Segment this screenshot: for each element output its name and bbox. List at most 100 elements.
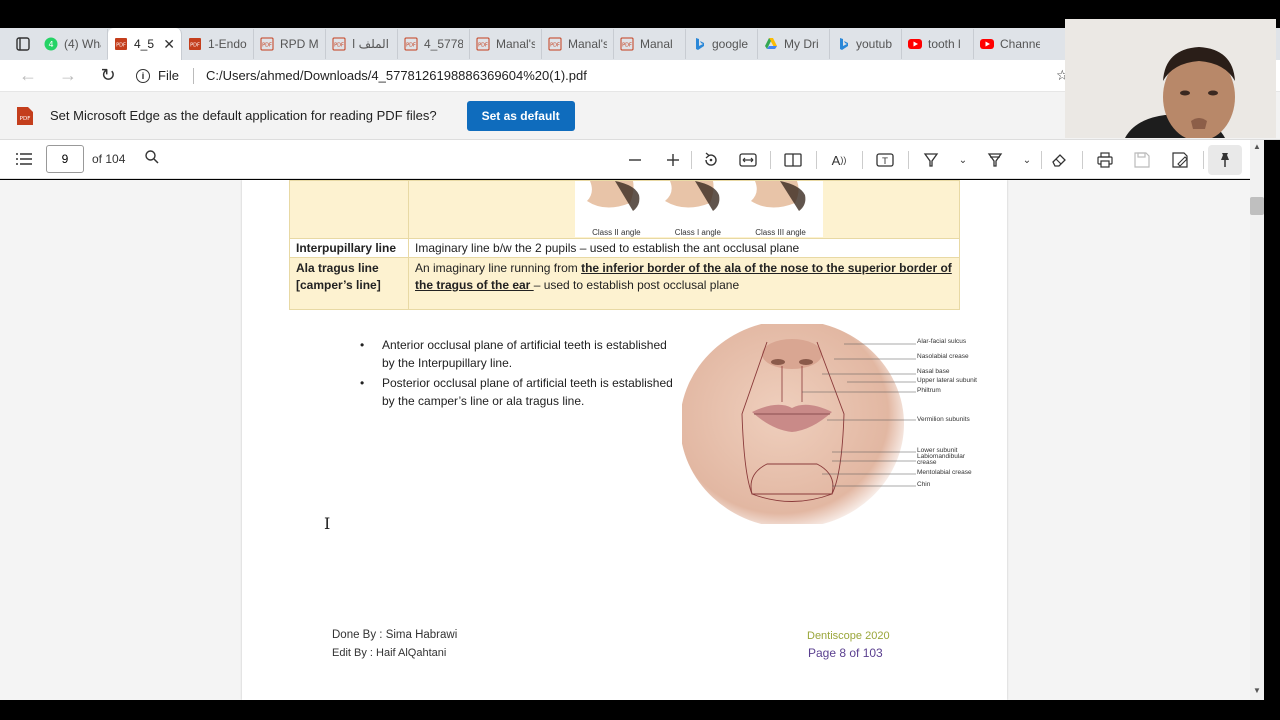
browser-window: 4 (4) Wha PDF 4_5 ✕ PDF 1-Endo PDF RPD M…: [0, 0, 1280, 720]
tab-label: الملف ا: [352, 37, 389, 51]
tab-bing[interactable]: youtub: [830, 29, 902, 59]
toolbar-divider: [1082, 151, 1083, 169]
profile-angles-figure: Class II angle Class I angle Class III a…: [575, 181, 823, 237]
table-row: Ala tragus line [camper’s line] An imagi…: [289, 257, 960, 310]
tab-actions-button[interactable]: [8, 30, 38, 58]
tab-pdf[interactable]: PDF 1-Endo: [182, 29, 254, 59]
forward-button[interactable]: →: [48, 60, 88, 92]
svg-text:PDF: PDF: [190, 43, 200, 49]
page-number-input[interactable]: 9: [46, 145, 84, 173]
list-item: Posterior occlusal plane of artificial t…: [360, 374, 680, 410]
webcam-overlay: [1065, 19, 1276, 138]
text-box-icon[interactable]: T: [875, 150, 895, 170]
list-item: Anterior occlusal plane of artificial te…: [360, 336, 680, 372]
zoom-in-icon[interactable]: [663, 150, 683, 170]
youtube-icon: [980, 37, 994, 51]
svg-text:4: 4: [48, 40, 53, 49]
refresh-button[interactable]: ↻: [88, 60, 128, 92]
close-tab-icon[interactable]: ✕: [163, 36, 175, 53]
table-row: Class II angle Class I angle Class III a…: [289, 180, 960, 239]
vertical-scrollbar[interactable]: ▲ ▼: [1250, 140, 1264, 700]
tab-label: Manal: [640, 37, 673, 51]
tab-pdf[interactable]: PDF Manal's: [470, 29, 542, 59]
facial-profile-image: [587, 181, 806, 211]
bullet-list: Anterior occlusal plane of artificial te…: [360, 336, 680, 412]
figure-caption: Class I angle: [674, 228, 721, 237]
svg-text:PDF: PDF: [20, 116, 31, 122]
read-aloud-icon[interactable]: A)): [829, 150, 849, 170]
tab-label: 1-Endo: [208, 37, 247, 51]
tab-label: 4_5778: [424, 37, 463, 51]
pdf-icon: PDF: [620, 37, 634, 51]
print-icon[interactable]: [1095, 150, 1115, 170]
figure-caption: Class III angle: [755, 228, 806, 237]
tab-label: (4) Wha: [64, 37, 101, 51]
face-label: Vermilion subunits: [917, 416, 970, 423]
bing-icon: [836, 37, 850, 51]
scroll-down-icon[interactable]: ▼: [1253, 686, 1261, 695]
save-icon[interactable]: [1132, 150, 1152, 170]
tab-label: google: [712, 37, 749, 51]
toolbar-divider: [770, 151, 771, 169]
rotate-icon[interactable]: [701, 150, 721, 170]
term-ala-tragus: Ala tragus line [camper’s line]: [289, 257, 409, 310]
fit-width-icon[interactable]: [738, 150, 758, 170]
tab-pdf[interactable]: PDF RPD M: [254, 29, 326, 59]
tab-label: RPD M: [280, 37, 319, 51]
pdf-icon: PDF: [332, 37, 346, 51]
toolbar-divider: [1041, 151, 1042, 169]
pin-toolbar-icon[interactable]: [1208, 145, 1242, 175]
face-label: Chin: [917, 481, 931, 488]
pdf-icon: PDF: [404, 37, 418, 51]
url-scheme: File: [158, 68, 179, 83]
tab-active-pdf[interactable]: PDF 4_5 ✕: [108, 28, 182, 60]
tab-bing[interactable]: google: [686, 29, 758, 59]
chevron-down-icon[interactable]: ⌄: [1017, 150, 1037, 170]
page-view-icon[interactable]: [783, 150, 803, 170]
tab-youtube[interactable]: Channe: [974, 29, 1046, 59]
youtube-icon: [908, 37, 922, 51]
highlight-icon[interactable]: [985, 150, 1005, 170]
set-as-default-button[interactable]: Set as default: [466, 100, 575, 131]
url-text[interactable]: C:/Users/ahmed/Downloads/4_5778126198886…: [206, 68, 587, 83]
tab-label: My Dri: [784, 37, 819, 51]
refresh-icon: ↻: [100, 65, 116, 85]
url-box[interactable]: i File C:/Users/ahmed/Downloads/4_577812…: [136, 67, 587, 84]
footer-done-by: Done By : Sima Habrawi: [332, 629, 458, 641]
zoom-out-icon[interactable]: [625, 150, 645, 170]
tab-whatsapp[interactable]: 4 (4) Wha: [38, 29, 108, 59]
table-cell: [289, 180, 409, 239]
tab-pdf[interactable]: PDF الملف ا: [326, 29, 398, 59]
toolbar-divider: [862, 151, 863, 169]
face-label: Labiomandibular crease: [917, 453, 966, 466]
pdf-icon: PDF: [260, 37, 274, 51]
pdf-viewer[interactable]: Class II angle Class I angle Class III a…: [0, 180, 1250, 700]
text-cursor-icon: I: [324, 514, 331, 533]
tab-drive[interactable]: My Dri: [758, 29, 830, 59]
toolbar-divider: [908, 151, 909, 169]
contents-list-icon[interactable]: [16, 152, 34, 166]
eraser-icon[interactable]: [1049, 150, 1069, 170]
back-button[interactable]: ←: [8, 60, 48, 92]
toolbar-divider: [1203, 151, 1204, 169]
scroll-up-icon[interactable]: ▲: [1253, 142, 1261, 151]
tab-pdf[interactable]: PDF Manal: [614, 29, 686, 59]
tab-youtube[interactable]: tooth l: [902, 29, 974, 59]
chevron-down-icon[interactable]: ⌄: [953, 150, 973, 170]
occlusal-lines-table: Class II angle Class I angle Class III a…: [289, 180, 960, 310]
url-separator: [192, 67, 194, 84]
tab-pdf[interactable]: PDF Manal's: [542, 29, 614, 59]
draw-icon[interactable]: [921, 150, 941, 170]
tab-label: Manal's: [496, 37, 535, 51]
info-icon[interactable]: i: [136, 68, 150, 83]
svg-text:PDF: PDF: [334, 43, 344, 49]
search-icon[interactable]: [145, 149, 159, 169]
tab-pdf[interactable]: PDF 4_5778: [398, 29, 470, 59]
drive-icon: [764, 37, 778, 51]
table-row: Interpupillary line Imaginary line b/w t…: [289, 238, 960, 258]
definition-interpupillary: Imaginary line b/w the 2 pupils – used t…: [408, 238, 960, 258]
save-as-icon[interactable]: [1170, 150, 1190, 170]
page-total: of 104: [92, 152, 126, 166]
scrollbar-thumb[interactable]: [1250, 197, 1264, 215]
figure-caption: Class II angle: [592, 228, 641, 237]
